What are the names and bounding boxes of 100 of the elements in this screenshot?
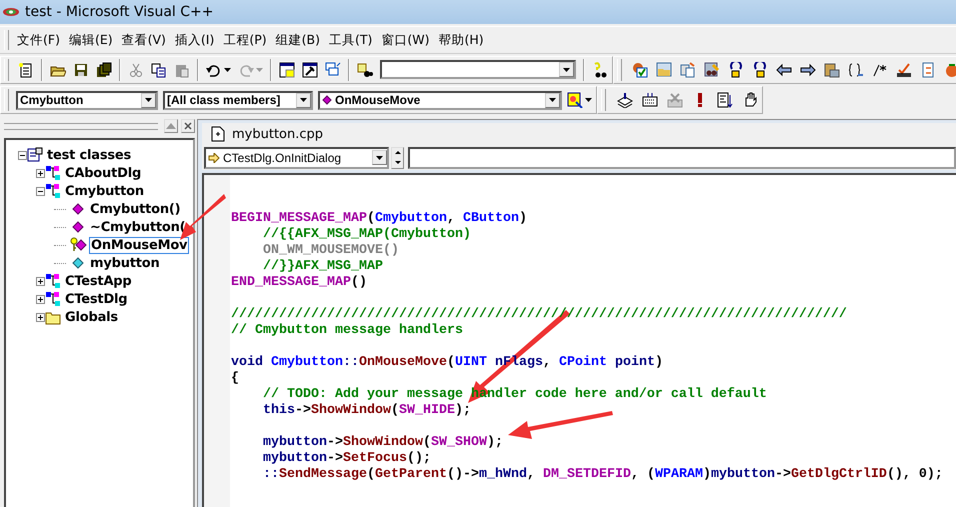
menu-item[interactable]: 编辑(E): [64, 30, 117, 50]
expand-icon[interactable]: [36, 276, 45, 286]
close-icon: [184, 122, 192, 130]
member-combo[interactable]: OnMouseMove: [318, 90, 562, 110]
copy-icon[interactable]: [151, 62, 167, 78]
tree-item[interactable]: Globals: [63, 308, 120, 326]
class-combo[interactable]: Cmybutton: [16, 90, 158, 110]
window-edit-icon[interactable]: [704, 62, 720, 78]
tree-item[interactable]: mybutton: [88, 254, 162, 272]
tree-item[interactable]: test classes: [45, 146, 134, 164]
dropdown-button[interactable]: [545, 92, 560, 108]
tree-item[interactable]: CTestApp: [63, 272, 134, 290]
lines-arrow-icon[interactable]: [717, 92, 733, 108]
cpp-file-icon: [210, 126, 226, 142]
collapse-icon[interactable]: [18, 150, 27, 160]
class-icon: [45, 165, 61, 181]
class-icon: [45, 291, 61, 307]
tree-item[interactable]: CAboutDlg: [63, 164, 144, 182]
dropdown-button[interactable]: [372, 150, 387, 165]
code-line: // Cmybutton message handlers: [231, 323, 463, 338]
menu-item[interactable]: 工程(P): [219, 30, 271, 50]
save-all-icon[interactable]: [96, 62, 112, 78]
caret-icon: [299, 97, 308, 103]
code-line: ::SendMessage(GetParent()->m_hWnd, DM_SETDEFID, (WPARAM)mybutton->GetDlgCtrlID(), 0);: [262, 467, 943, 483]
input-field[interactable]: [408, 146, 956, 168]
code-line: //{{AFX_MSG_MAP(Cmybutton): [262, 227, 471, 243]
braces-arrow-icon[interactable]: [848, 62, 864, 78]
arrow-right-icon: [208, 152, 220, 162]
clipboard-window-icon[interactable]: [824, 62, 840, 78]
variable-diamond-icon: [70, 255, 86, 271]
triangle-down-icon: [394, 161, 400, 164]
undo-box-icon[interactable]: [728, 62, 744, 78]
function-combo[interactable]: CTestDlg.OnInitDialog: [204, 146, 389, 168]
code-line: mybutton->SetFocus();: [262, 451, 431, 467]
spin-button[interactable]: [391, 146, 404, 168]
menu-item[interactable]: 组建(B): [272, 30, 324, 50]
tree-item[interactable]: ~Cmybutton(: [88, 218, 188, 236]
menu-item[interactable]: 插入(I): [170, 30, 218, 50]
key-diamond-icon: [70, 237, 87, 253]
build-window-icon[interactable]: [302, 62, 318, 78]
back-arrow-icon[interactable]: [776, 62, 792, 78]
document-title: mybutton.cpp: [232, 126, 324, 142]
help-binoculars-icon[interactable]: [592, 62, 608, 78]
triangle-up-icon: [394, 151, 400, 154]
filter-combo[interactable]: [All class members]: [163, 90, 313, 110]
collapse-icon[interactable]: [36, 186, 45, 196]
caret-icon[interactable]: [224, 68, 231, 72]
page-arrows-icon[interactable]: [920, 62, 936, 78]
dropdown-button[interactable]: [141, 92, 156, 108]
method-diamond-icon: [70, 219, 86, 235]
expand-icon[interactable]: [36, 168, 45, 178]
method-diamond-icon: [70, 201, 86, 217]
caret-icon[interactable]: [585, 98, 592, 102]
caret-icon: [375, 154, 384, 160]
build-stack-icon[interactable]: [617, 92, 633, 108]
dropdown-button[interactable]: [296, 92, 311, 108]
menu-item[interactable]: 帮助(H): [434, 30, 488, 50]
code-line: //}}AFX_MSG_MAP: [262, 259, 383, 275]
new-file-icon[interactable]: [18, 62, 34, 78]
code-line: BEGIN_MESSAGE_MAP(Cmybutton, CButton): [231, 211, 527, 226]
code-editor[interactable]: [202, 173, 956, 507]
find-field[interactable]: [380, 60, 576, 79]
spell-check-icon[interactable]: [896, 62, 912, 78]
tree-item[interactable]: CTestDlg: [63, 290, 130, 308]
keyboard-icon[interactable]: [642, 92, 658, 108]
class-wizard-icon[interactable]: [567, 92, 583, 108]
code-line: ON_WM_MOUSEMOVE(): [262, 243, 399, 259]
caret-icon: [562, 66, 571, 72]
class-icon: [45, 183, 61, 199]
redo-box-icon[interactable]: [752, 62, 768, 78]
method-diamond-icon: [322, 95, 332, 105]
expand-icon[interactable]: [36, 294, 45, 304]
tree-item[interactable]: Cmybutton: [63, 182, 146, 200]
code-line: this->ShowWindow(SW_HIDE);: [262, 403, 471, 419]
code-line: {: [231, 371, 239, 386]
code-line: mybutton->ShowWindow(SW_SHOW);: [262, 435, 503, 451]
menu-item[interactable]: 查看(V): [118, 30, 170, 50]
expand-icon[interactable]: [36, 312, 45, 322]
menu-item[interactable]: 工具(T): [325, 30, 376, 50]
caret-icon: [144, 97, 153, 103]
tree-item[interactable]: OnMouseMov: [89, 236, 190, 254]
find-in-files-icon[interactable]: [357, 62, 373, 78]
scissors-icon[interactable]: [128, 62, 144, 78]
close-button[interactable]: [181, 119, 195, 133]
project-icon: [27, 147, 43, 163]
compile-check-icon[interactable]: [632, 62, 648, 78]
menu-item[interactable]: 窗口(W): [377, 30, 434, 50]
tree-item[interactable]: Cmybutton(): [88, 200, 182, 218]
forward-arrow-icon[interactable]: [800, 62, 816, 78]
scroll-up-button[interactable]: [164, 119, 178, 133]
windows-icon[interactable]: [325, 62, 341, 78]
pages-icon[interactable]: [680, 62, 696, 78]
tomato-icon[interactable]: [944, 62, 956, 78]
dropdown-button[interactable]: [559, 62, 574, 77]
menu-item[interactable]: 文件(F): [13, 30, 64, 50]
window-title: test - Microsoft Visual C++: [25, 4, 214, 20]
code-line: END_MESSAGE_MAP(): [231, 275, 367, 290]
workspace-window-icon[interactable]: [279, 62, 295, 78]
caret-icon: [548, 97, 557, 103]
folder-window-icon[interactable]: [656, 62, 672, 78]
